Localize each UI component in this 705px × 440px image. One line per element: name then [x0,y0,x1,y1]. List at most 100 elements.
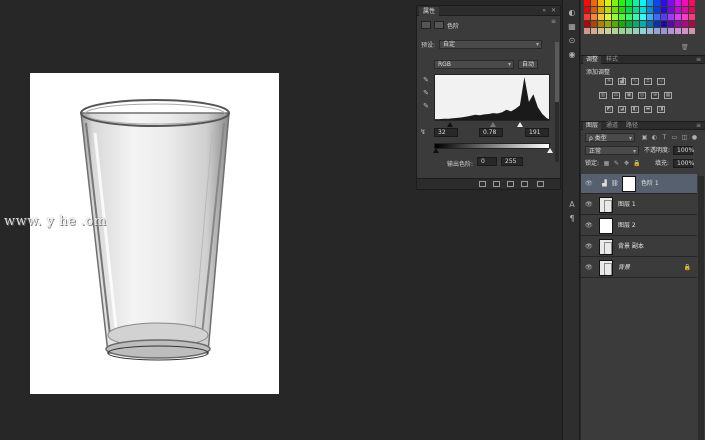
clip-to-layer-icon[interactable] [479,181,486,187]
input-gamma-field[interactable]: 0.78 [479,128,503,137]
tab-channels[interactable]: 通道 [603,122,621,130]
tab-layers[interactable]: 图层 [583,122,602,130]
layers-menu-icon[interactable]: ≡ [696,122,701,130]
swatch[interactable] [633,7,639,13]
view-previous-icon[interactable] [493,181,500,187]
swatch[interactable] [668,7,674,13]
swatch[interactable] [675,14,681,20]
swatch[interactable] [626,7,632,13]
scrollbar-thumb[interactable] [555,42,559,102]
channel-mixer-icon[interactable]: ⊕ [651,92,659,99]
swatch[interactable] [668,21,674,27]
layer-thumbnail[interactable] [599,218,613,234]
layer-thumbnail[interactable] [599,197,613,213]
tab-paths[interactable]: 路径 [623,122,641,130]
gradient-map-icon[interactable]: ▬ [644,106,652,113]
tab-styles[interactable]: 样式 [603,56,621,64]
swatch[interactable] [633,28,639,34]
white-point-eyedropper-icon[interactable]: ✎ [422,102,430,110]
swatch[interactable] [584,21,590,27]
output-black-field[interactable]: 0 [477,157,497,166]
auto-button[interactable]: 自动 [518,60,539,69]
swatch[interactable] [626,21,632,27]
swatch[interactable] [682,0,688,6]
swatch[interactable] [619,28,625,34]
swatch[interactable] [612,28,618,34]
visibility-toggle-icon[interactable] [521,181,528,187]
swatch[interactable] [654,7,660,13]
paragraph-panel-icon[interactable]: ¶ [567,214,577,224]
visibility-eye-icon[interactable]: 👁 [585,222,593,230]
swatch[interactable] [626,0,632,6]
character-panel-icon[interactable]: ◉ [567,50,577,60]
filter-shape-icon[interactable]: ▭ [671,134,678,141]
swatch[interactable] [668,14,674,20]
delete-adjustment-icon[interactable] [537,181,544,187]
swatch[interactable] [640,28,646,34]
input-black-slider[interactable] [447,122,453,127]
swatch[interactable] [619,0,625,6]
swatch[interactable] [654,28,660,34]
input-gamma-slider[interactable] [490,122,496,127]
type-panel-icon[interactable]: A [567,200,577,210]
history-panel-icon[interactable]: ⊙ [567,36,577,46]
swatch[interactable] [605,7,611,13]
invert-icon[interactable]: ◩ [605,106,613,113]
swatch[interactable] [675,0,681,6]
filter-toggle-icon[interactable]: ● [691,134,698,141]
swatch[interactable] [591,0,597,6]
swatch[interactable] [661,0,667,6]
swatch[interactable] [591,28,597,34]
levels-adjust-icon[interactable]: ▟ [618,78,626,85]
layer-mask-thumbnail[interactable] [622,176,636,192]
layer-mask-icon[interactable] [434,21,444,29]
swatch[interactable] [647,28,653,34]
swatch[interactable] [682,14,688,20]
hue-adjust-icon[interactable]: ▥ [599,92,607,99]
swatch[interactable] [584,0,590,6]
brightness-adjust-icon[interactable]: ☀ [605,78,613,85]
swatch[interactable] [633,21,639,27]
input-white-field[interactable]: 191 [525,128,549,137]
layer-thumbnail[interactable] [599,239,613,255]
lock-pixels-icon[interactable]: ✎ [613,160,620,167]
swatch[interactable] [675,7,681,13]
layer-name[interactable]: 图层 1 [618,201,636,209]
reset-icon[interactable] [507,181,514,187]
swatch[interactable] [640,14,646,20]
swatch[interactable] [619,14,625,20]
swatch[interactable] [591,14,597,20]
swatch[interactable] [668,28,674,34]
swatch[interactable] [668,0,674,6]
filter-adjustment-icon[interactable]: ◐ [651,134,658,141]
swatch[interactable] [689,0,695,6]
input-white-slider[interactable] [517,122,523,127]
tab-properties[interactable]: 属性 [419,7,440,16]
curves-adjust-icon[interactable]: ∿ [631,78,639,85]
swatch[interactable] [689,7,695,13]
swatch[interactable] [661,21,667,27]
swatch[interactable] [661,28,667,34]
black-point-eyedropper-icon[interactable]: ✎ [422,76,430,84]
swatch[interactable] [598,21,604,27]
swatch[interactable] [654,0,660,6]
filter-smart-icon[interactable]: ◫ [681,134,688,141]
visibility-eye-icon[interactable]: 👁 [585,243,593,251]
swatches-grid[interactable] [584,0,695,36]
swatch[interactable] [647,21,653,27]
swatch[interactable] [612,0,618,6]
swatch[interactable] [591,21,597,27]
output-white-field[interactable]: 255 [501,157,523,166]
swatch[interactable] [689,21,695,27]
posterize-icon[interactable]: ◪ [618,106,626,113]
swatch[interactable] [640,21,646,27]
lock-all-icon[interactable]: 🔒 [633,160,640,167]
adjustments-menu-icon[interactable]: ≡ [696,56,701,64]
swatch[interactable] [640,7,646,13]
gray-point-eyedropper-icon[interactable]: ✎ [422,89,430,97]
swatch[interactable] [661,7,667,13]
swatch[interactable] [689,28,695,34]
layer-thumbnail[interactable] [599,260,613,276]
visibility-eye-icon[interactable]: 👁 [585,201,593,209]
swatches-panel-icon[interactable]: ▦ [567,22,577,32]
